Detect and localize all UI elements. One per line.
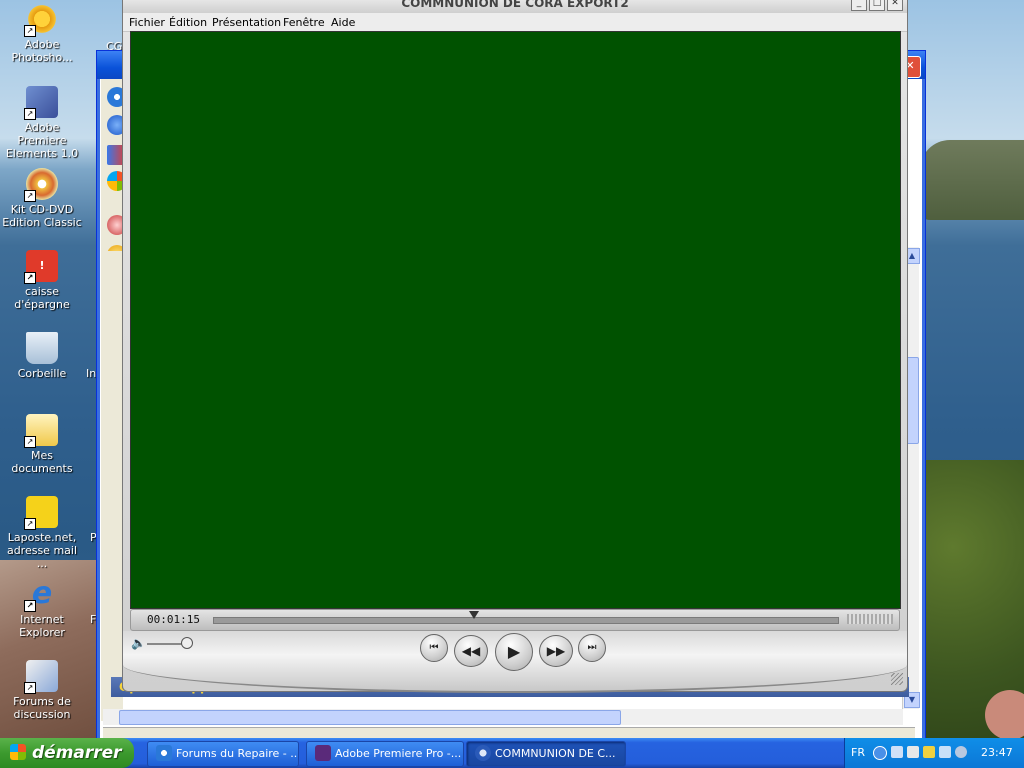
timeline-track[interactable]: [213, 617, 839, 624]
menu-fichier[interactable]: Fichier: [129, 16, 165, 29]
video-display[interactable]: [130, 31, 901, 609]
go-to-start-button[interactable]: ⏮: [420, 634, 448, 662]
taskbar: démarrer Forums du Repaire - ... Adobe P…: [0, 738, 1024, 768]
ie-sidebar: [101, 251, 123, 721]
go-to-end-button[interactable]: ⏭: [578, 634, 606, 662]
desktop-icon-my-documents[interactable]: ↗ Mes documents: [0, 414, 84, 475]
fast-forward-button[interactable]: ▶▶: [539, 635, 573, 667]
desktop-icon-label: Kit CD-DVD Edition Classic: [2, 203, 82, 229]
quicktime-icon: [475, 745, 491, 761]
playhead-icon[interactable]: [469, 611, 479, 619]
quicktime-player-window[interactable]: COMMNUNION DE CORA EXPORT2 _ □ ✕ Fichier…: [122, 0, 908, 693]
window-resize-handle[interactable]: [891, 673, 903, 685]
menu-edition[interactable]: Édition: [169, 16, 207, 29]
taskbar-item-forums[interactable]: Forums du Repaire - ...: [147, 741, 299, 767]
language-indicator[interactable]: FR: [851, 746, 865, 759]
system-tray: FR 23:47: [844, 738, 1024, 768]
menu-aide[interactable]: Aide: [331, 16, 355, 29]
ie-icon: [156, 745, 172, 761]
taskbar-item-label: Adobe Premiere Pro -...: [335, 747, 462, 760]
desktop-icon-label: Corbeille: [17, 367, 67, 380]
desktop-icon-label: Forums de discussion: [13, 695, 71, 721]
tray-expand-icon[interactable]: [873, 746, 887, 760]
desktop-icon-premiere-elements[interactable]: ↗ Adobe Premiere Elements 1.0: [0, 86, 84, 160]
desktop-icon-forums[interactable]: ↗ Forums de discussion: [0, 660, 84, 721]
desktop-icon-photoshop[interactable]: ↗ Adobe Photosho...: [0, 3, 84, 64]
menu-fenetre[interactable]: Fenêtre: [283, 16, 325, 29]
premiere-elements-icon: ↗: [24, 86, 58, 120]
photoshop-icon: ↗: [24, 3, 58, 37]
display-icon[interactable]: [907, 746, 919, 758]
desktop-icon-cd-dvd-kit[interactable]: ↗ Kit CD-DVD Edition Classic: [0, 168, 84, 229]
forums-icon: ↗: [24, 660, 58, 694]
volume-tray-icon[interactable]: [955, 746, 967, 758]
ie-horizontal-scrollbar[interactable]: [103, 709, 903, 725]
network-icon[interactable]: [891, 746, 903, 758]
fast-forward-icon: ▶▶: [546, 644, 566, 658]
skip-end-icon: ⏭: [587, 642, 597, 653]
scroll-thumb[interactable]: [119, 710, 621, 725]
speaker-icon[interactable]: 🔈: [131, 636, 146, 650]
rewind-button[interactable]: ◀◀: [454, 635, 488, 667]
skip-start-icon: ⏮: [429, 642, 439, 653]
qt-menubar: Fichier Édition Présentation Fenêtre Aid…: [123, 13, 907, 32]
taskbar-item-label: Forums du Repaire - ...: [176, 747, 299, 760]
minimize-button[interactable]: _: [851, 0, 867, 11]
laposte-icon: ↗: [24, 496, 58, 530]
taskbar-item-label: COMMNUNION DE C...: [495, 747, 616, 760]
premiere-pro-icon: [315, 745, 331, 761]
desktop-icon-caisse-epargne[interactable]: ! ↗ caisse d'épargne: [0, 250, 84, 311]
start-label: démarrer: [32, 743, 122, 763]
safely-remove-icon[interactable]: [939, 746, 951, 758]
qt-window-title: COMMNUNION DE CORA EXPORT2: [123, 0, 907, 14]
timeline-bar[interactable]: 00:01:15: [130, 609, 900, 631]
play-button[interactable]: ▶: [495, 633, 533, 671]
recycle-bin-icon: [26, 332, 58, 364]
desktop-icon-label: Adobe Photosho...: [11, 38, 73, 64]
close-button[interactable]: ✕: [887, 0, 903, 11]
menu-presentation[interactable]: Présentation: [212, 16, 281, 29]
taskbar-item-premiere-pro[interactable]: Adobe Premiere Pro -...: [306, 741, 464, 767]
windows-flag-icon: [10, 744, 26, 760]
desktop-icon-label: Internet Explorer: [19, 613, 65, 639]
internet-explorer-icon: e ↗: [24, 578, 58, 612]
taskbar-item-quicktime[interactable]: COMMNUNION DE C...: [466, 741, 626, 767]
desktop-icon-internet-explorer[interactable]: e ↗ Internet Explorer: [0, 578, 84, 640]
notification-icon[interactable]: [923, 746, 935, 758]
caisse-epargne-icon: ! ↗: [24, 250, 58, 284]
cd-dvd-kit-icon: ↗: [24, 168, 58, 202]
desktop-icon-label: Adobe Premiere Elements 1.0: [5, 121, 79, 160]
desktop-partial-label: In: [86, 367, 97, 380]
rewind-icon: ◀◀: [461, 644, 481, 658]
play-icon: ▶: [507, 642, 521, 661]
landscape-hill: [920, 140, 1024, 220]
desktop-icon-laposte[interactable]: ↗ Laposte.net, adresse mail ...: [0, 496, 84, 570]
desktop-icon-label: Laposte.net, adresse mail ...: [6, 531, 78, 570]
desktop-icon-recycle-bin[interactable]: Corbeille: [0, 332, 84, 380]
maximize-button[interactable]: □: [869, 0, 885, 11]
clock[interactable]: 23:47: [981, 746, 1013, 759]
my-documents-icon: ↗: [24, 414, 58, 448]
current-time: 00:01:15: [147, 613, 200, 626]
resize-grip: [847, 614, 893, 624]
volume-knob[interactable]: [181, 637, 193, 649]
desktop-icon-label: Mes documents: [11, 449, 73, 475]
start-button[interactable]: démarrer: [0, 738, 134, 768]
playback-controls: 🔈 ⏮ ◀◀ ▶ ▶▶ ⏭: [123, 631, 907, 693]
desktop-icon-label: caisse d'épargne: [14, 285, 70, 311]
